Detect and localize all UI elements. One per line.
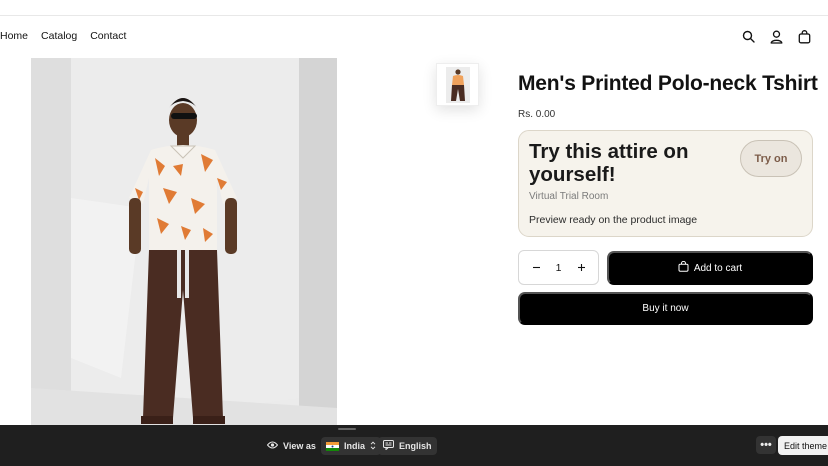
add-to-cart-label: Add to cart (693, 262, 743, 274)
edit-theme-button[interactable]: Edit theme (778, 436, 828, 455)
view-as-control[interactable]: View as (266, 437, 316, 455)
view-as-label: View as (283, 441, 316, 451)
quantity-stepper: 1 (518, 250, 599, 285)
product-title: Men's Printed Polo-neck Tshirt (518, 72, 818, 95)
nav-home[interactable]: Home (0, 30, 28, 42)
india-flag-icon (326, 441, 339, 451)
product-page: Home Catalog Contact Men's Printed Polo-… (0, 0, 828, 466)
buy-now-button[interactable]: Buy it now (518, 292, 813, 325)
chevron-updown-icon (370, 440, 376, 452)
bar-handle (338, 428, 356, 430)
plus-icon[interactable] (575, 262, 587, 274)
main-nav: Home Catalog Contact (0, 30, 126, 42)
header-divider (0, 15, 828, 16)
product-main-image[interactable] (31, 58, 337, 428)
more-options-button[interactable]: ••• (756, 436, 776, 454)
cart-icon[interactable] (797, 29, 812, 44)
cart-add-icon (678, 260, 689, 275)
quantity-value[interactable]: 1 (556, 262, 562, 274)
add-to-cart-button[interactable]: Add to cart (607, 251, 813, 285)
ellipsis-icon: ••• (760, 439, 772, 451)
header-icons (741, 29, 812, 44)
eye-icon (266, 441, 279, 451)
language-selector[interactable]: English (378, 437, 437, 455)
trial-heading: Try this attire on yourself! (529, 140, 689, 186)
search-icon[interactable] (741, 29, 756, 44)
product-price: Rs. 0.00 (518, 109, 556, 120)
trial-subheading: Virtual Trial Room (529, 191, 609, 202)
language-icon (383, 440, 394, 452)
minus-icon[interactable] (530, 262, 542, 274)
country-label: India (344, 441, 366, 451)
trial-status: Preview ready on the product image (529, 214, 698, 226)
language-label: English (399, 441, 432, 451)
nav-catalog[interactable]: Catalog (41, 30, 77, 42)
product-thumbnail[interactable] (436, 63, 479, 106)
nav-contact[interactable]: Contact (90, 30, 126, 42)
virtual-trial-panel: Try this attire on yourself! Virtual Tri… (518, 130, 813, 237)
account-icon[interactable] (769, 29, 784, 44)
country-selector[interactable]: India (321, 437, 382, 455)
try-on-button[interactable]: Try on (740, 140, 802, 177)
